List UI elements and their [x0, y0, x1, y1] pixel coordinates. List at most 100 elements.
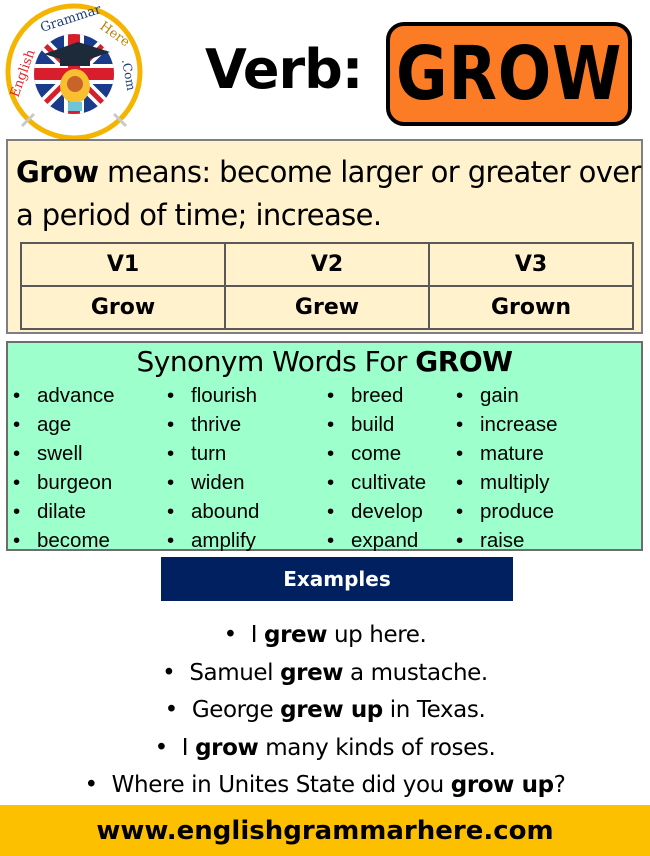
synonym-word: advance	[37, 384, 115, 407]
bullet-icon: •	[327, 500, 335, 523]
synonym-item: • multiply	[453, 468, 558, 497]
synonyms-title: Synonym Words For GROW	[136, 345, 513, 378]
synonym-word: build	[351, 413, 395, 436]
synonym-item: • build	[324, 410, 426, 439]
example-text: many kinds of roses.	[258, 734, 496, 761]
synonym-item: • dilate	[10, 497, 115, 526]
example-highlight: grow up	[450, 772, 554, 798]
forms-header-v1: V1	[20, 242, 226, 287]
synonym-word: dilate	[37, 500, 87, 523]
synonym-item: • expand	[324, 526, 426, 555]
example-highlight: grew up	[280, 697, 383, 723]
synonym-word: cultivate	[351, 471, 427, 494]
bullet-icon: •	[162, 659, 176, 686]
meaning-text: means: become larger or greater over a p…	[16, 155, 641, 232]
synonym-word: gain	[480, 384, 519, 407]
verb-badge: GROW	[386, 22, 632, 126]
example-highlight: grew	[264, 622, 328, 648]
synonym-item: • raise	[453, 526, 558, 555]
synonym-word: become	[37, 529, 110, 552]
bullet-icon: •	[167, 529, 175, 552]
synonym-item: • thrive	[164, 410, 259, 439]
synonym-item: • produce	[453, 497, 558, 526]
verb-forms-table: V1 V2 V3 Grow Grew Grown	[20, 242, 634, 330]
verb-word: GROW	[395, 31, 623, 117]
synonym-item: • develop	[324, 497, 426, 526]
synonym-word: expand	[351, 529, 419, 552]
bullet-icon: •	[327, 384, 335, 407]
example-text: I	[250, 622, 265, 648]
synonym-item: • breed	[324, 381, 426, 410]
bullet-icon: •	[327, 471, 335, 494]
examples-list: • I grew up here. • Samuel grew a mustache.…	[0, 617, 650, 805]
example-sentence: • George grew up in Texas.	[0, 692, 650, 730]
synonym-word: flourish	[191, 384, 258, 407]
synonym-item: • mature	[453, 439, 558, 468]
bullet-icon: •	[13, 471, 21, 494]
example-text: up here.	[327, 622, 427, 648]
synonym-word: widen	[191, 471, 245, 494]
synonym-word: turn	[191, 442, 227, 465]
example-text: ?	[553, 772, 566, 798]
meaning-word: Grow	[16, 155, 99, 189]
bullet-icon: •	[456, 471, 464, 494]
example-text: Where in Unites State did you	[111, 772, 451, 798]
example-text: George	[191, 697, 281, 723]
example-sentence: • Samuel grew a mustache.	[0, 655, 650, 693]
bullet-icon: •	[13, 500, 21, 523]
synonyms-column-4: • gain • increase • mature • multiply • produce • r…	[453, 381, 558, 555]
forms-value-v2: Grew	[224, 285, 430, 330]
example-highlight: grew	[280, 659, 344, 686]
synonym-word: burgeon	[37, 471, 113, 494]
bullet-icon: •	[84, 772, 99, 798]
synonym-item: • increase	[453, 410, 558, 439]
synonym-item: • flourish	[164, 381, 259, 410]
example-text: in Texas.	[382, 697, 486, 723]
synonym-item: • age	[10, 410, 115, 439]
bullet-icon: •	[167, 500, 175, 523]
synonym-word: produce	[480, 500, 555, 523]
example-sentence: • I grow many kinds of roses.	[0, 730, 650, 768]
bullet-icon: •	[13, 384, 21, 407]
bullet-icon: •	[154, 734, 169, 761]
synonym-word: swell	[37, 442, 83, 465]
example-text: Samuel	[189, 659, 281, 686]
bullet-icon: •	[223, 622, 238, 648]
synonym-word: thrive	[191, 413, 242, 436]
example-highlight: grow	[195, 734, 259, 761]
synonym-item: • abound	[164, 497, 259, 526]
bullet-icon: •	[167, 384, 175, 407]
forms-header-row: V1 V2 V3	[20, 242, 634, 287]
forms-value-row: Grow Grew Grown	[20, 285, 634, 330]
synonyms-column-3: • breed • build • come • cultivate • develop • expa…	[324, 381, 426, 555]
synonym-item: • turn	[164, 439, 259, 468]
example-sentence: • Where in Unites State did you grow up?	[0, 767, 650, 805]
synonym-item: • come	[324, 439, 426, 468]
synonym-item: • widen	[164, 468, 259, 497]
example-text: a mustache.	[343, 659, 488, 686]
meaning-box: Grow means: become larger or greater ove…	[6, 139, 643, 334]
footer-website-url[interactable]: www.englishgrammarhere.com	[0, 805, 650, 856]
bullet-icon: •	[13, 442, 21, 465]
bullet-icon: •	[327, 413, 335, 436]
bullet-icon: •	[167, 471, 175, 494]
synonym-item: • amplify	[164, 526, 259, 555]
synonyms-box: Synonym Words For GROW • advance • age • swel…	[6, 341, 643, 552]
forms-value-v3: Grown	[428, 285, 634, 330]
bullet-icon: •	[327, 442, 335, 465]
synonym-item: • burgeon	[10, 468, 115, 497]
bullet-icon: •	[456, 500, 464, 523]
bullet-icon: •	[164, 697, 179, 723]
verb-label: Verb:	[205, 38, 363, 101]
forms-header-v3: V3	[428, 242, 634, 287]
synonym-word: age	[37, 413, 72, 436]
bullet-icon: •	[167, 442, 175, 465]
synonym-word: amplify	[191, 529, 256, 552]
site-logo: English Grammar Here .Com	[4, 2, 144, 142]
bullet-icon: •	[327, 529, 335, 552]
bullet-icon: •	[13, 529, 21, 552]
synonyms-column-2: • flourish • thrive • turn • widen • abound • ampli…	[164, 381, 259, 555]
bullet-icon: •	[167, 413, 175, 436]
synonym-item: • swell	[10, 439, 115, 468]
bullet-icon: •	[456, 529, 464, 552]
